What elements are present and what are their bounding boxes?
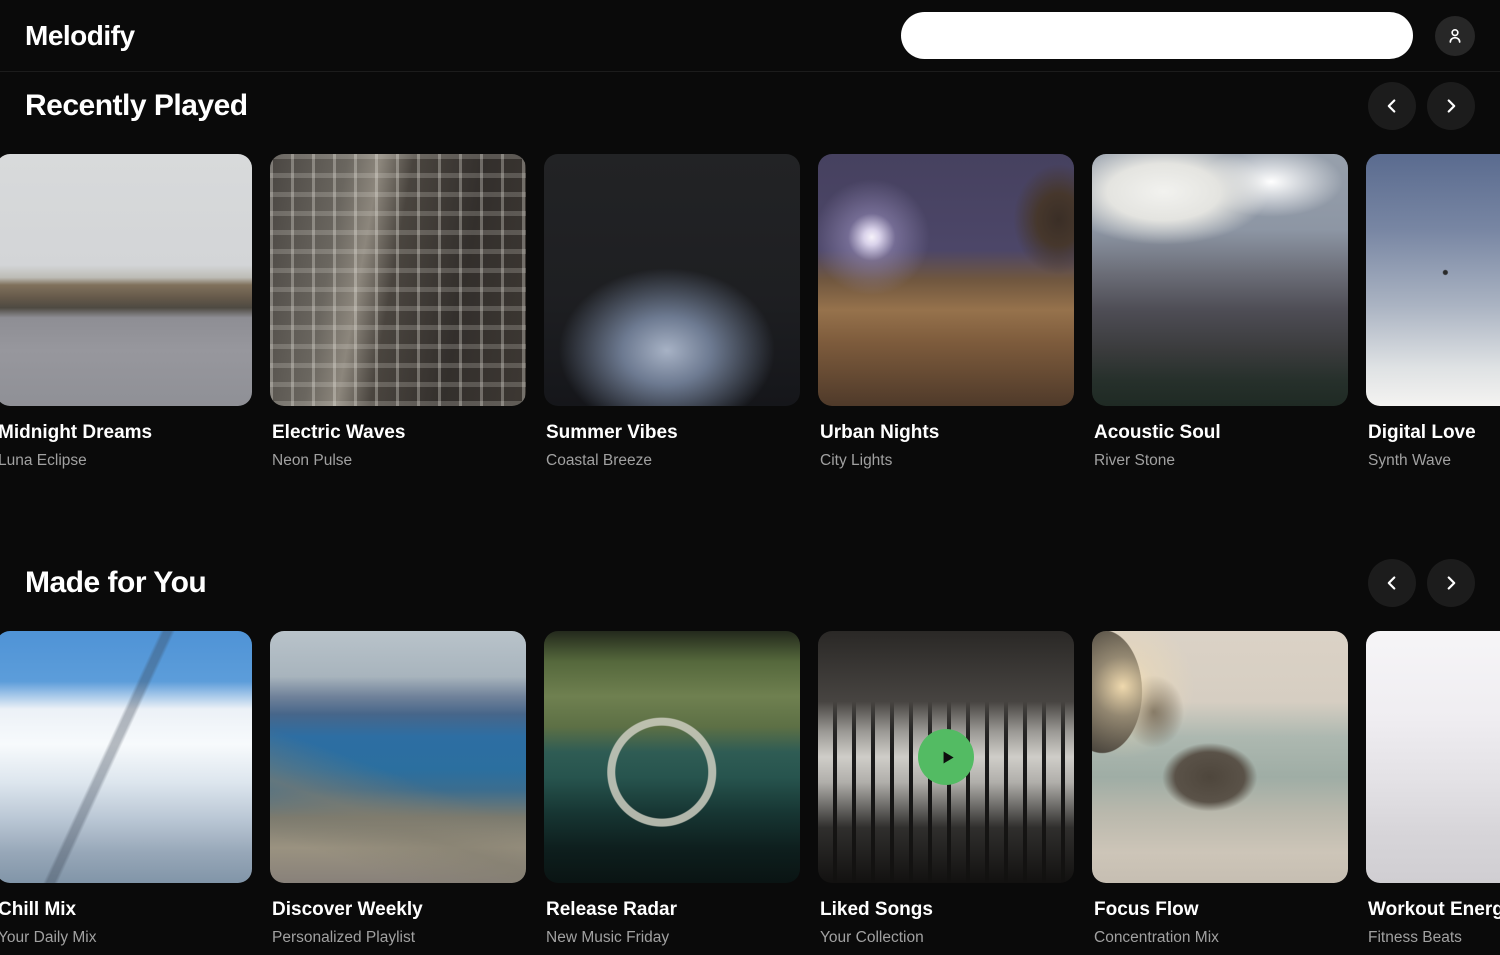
card-art <box>818 631 1074 883</box>
card-title: Chill Mix <box>0 898 252 922</box>
card-subtitle: Fitness Beats <box>1368 928 1500 948</box>
card-row: Chill Mix Your Daily Mix Discover Weekly… <box>0 631 1500 948</box>
card-title: Urban Nights <box>820 421 1074 445</box>
card-art <box>544 154 800 406</box>
chevron-right-icon <box>1440 572 1462 594</box>
card-urban-nights[interactable]: Urban Nights City Lights <box>818 154 1074 471</box>
card-subtitle: Your Collection <box>820 928 1074 948</box>
card-row: Midnight Dreams Luna Eclipse Electric Wa… <box>0 154 1500 471</box>
app-logo: Melodify <box>25 20 135 52</box>
chevron-left-icon <box>1381 572 1403 594</box>
card-title: Release Radar <box>546 898 800 922</box>
card-title: Liked Songs <box>820 898 1074 922</box>
card-subtitle: Personalized Playlist <box>272 928 526 948</box>
card-summer-vibes[interactable]: Summer Vibes Coastal Breeze <box>544 154 800 471</box>
card-subtitle: Synth Wave <box>1368 451 1500 471</box>
card-subtitle: Luna Eclipse <box>0 451 252 471</box>
card-title: Electric Waves <box>272 421 526 445</box>
carousel-nav <box>1368 82 1475 130</box>
carousel-next-button[interactable] <box>1427 82 1475 130</box>
card-art <box>270 154 526 406</box>
card-subtitle: Neon Pulse <box>272 451 526 471</box>
carousel-prev-button[interactable] <box>1368 82 1416 130</box>
main-content: Recently Played <box>0 72 1500 948</box>
section-title: Made for You <box>25 565 206 601</box>
carousel-prev-button[interactable] <box>1368 559 1416 607</box>
section-header: Made for You <box>0 549 1500 607</box>
card-title: Workout Energy <box>1368 898 1500 922</box>
chevron-right-icon <box>1440 95 1462 117</box>
section-title: Recently Played <box>25 88 248 124</box>
chevron-left-icon <box>1381 95 1403 117</box>
card-subtitle: City Lights <box>820 451 1074 471</box>
section-header: Recently Played <box>0 72 1500 130</box>
profile-button[interactable] <box>1435 16 1475 56</box>
play-button[interactable] <box>918 729 974 785</box>
card-title: Discover Weekly <box>272 898 526 922</box>
card-subtitle: Your Daily Mix <box>0 928 252 948</box>
card-art <box>818 154 1074 406</box>
card-workout-energy[interactable]: Workout Energy Fitness Beats <box>1366 631 1500 948</box>
card-art <box>1092 631 1348 883</box>
card-liked-songs[interactable]: Liked Songs Your Collection <box>818 631 1074 948</box>
carousel-next-button[interactable] <box>1427 559 1475 607</box>
card-art <box>270 631 526 883</box>
card-title: Summer Vibes <box>546 421 800 445</box>
card-chill-mix[interactable]: Chill Mix Your Daily Mix <box>0 631 252 948</box>
play-icon <box>934 747 958 768</box>
card-title: Digital Love <box>1368 421 1500 445</box>
card-art <box>1092 154 1348 406</box>
card-subtitle: Concentration Mix <box>1094 928 1348 948</box>
card-art <box>1366 154 1500 406</box>
carousel-nav <box>1368 559 1475 607</box>
card-electric-waves[interactable]: Electric Waves Neon Pulse <box>270 154 526 471</box>
top-bar: Melodify <box>0 0 1500 72</box>
search-input[interactable] <box>901 12 1413 59</box>
card-title: Acoustic Soul <box>1094 421 1348 445</box>
card-title: Focus Flow <box>1094 898 1348 922</box>
card-discover-weekly[interactable]: Discover Weekly Personalized Playlist <box>270 631 526 948</box>
card-release-radar[interactable]: Release Radar New Music Friday <box>544 631 800 948</box>
card-title: Midnight Dreams <box>0 421 252 445</box>
card-subtitle: New Music Friday <box>546 928 800 948</box>
card-midnight-dreams[interactable]: Midnight Dreams Luna Eclipse <box>0 154 252 471</box>
card-subtitle: River Stone <box>1094 451 1348 471</box>
section-recently-played: Recently Played <box>0 72 1500 471</box>
card-acoustic-soul[interactable]: Acoustic Soul River Stone <box>1092 154 1348 471</box>
card-art <box>0 154 252 406</box>
card-art <box>1366 631 1500 883</box>
card-art <box>0 631 252 883</box>
user-icon <box>1445 26 1465 46</box>
card-art <box>544 631 800 883</box>
section-made-for-you: Made for You <box>0 549 1500 948</box>
card-subtitle: Coastal Breeze <box>546 451 800 471</box>
card-digital-love[interactable]: Digital Love Synth Wave <box>1366 154 1500 471</box>
card-focus-flow[interactable]: Focus Flow Concentration Mix <box>1092 631 1348 948</box>
